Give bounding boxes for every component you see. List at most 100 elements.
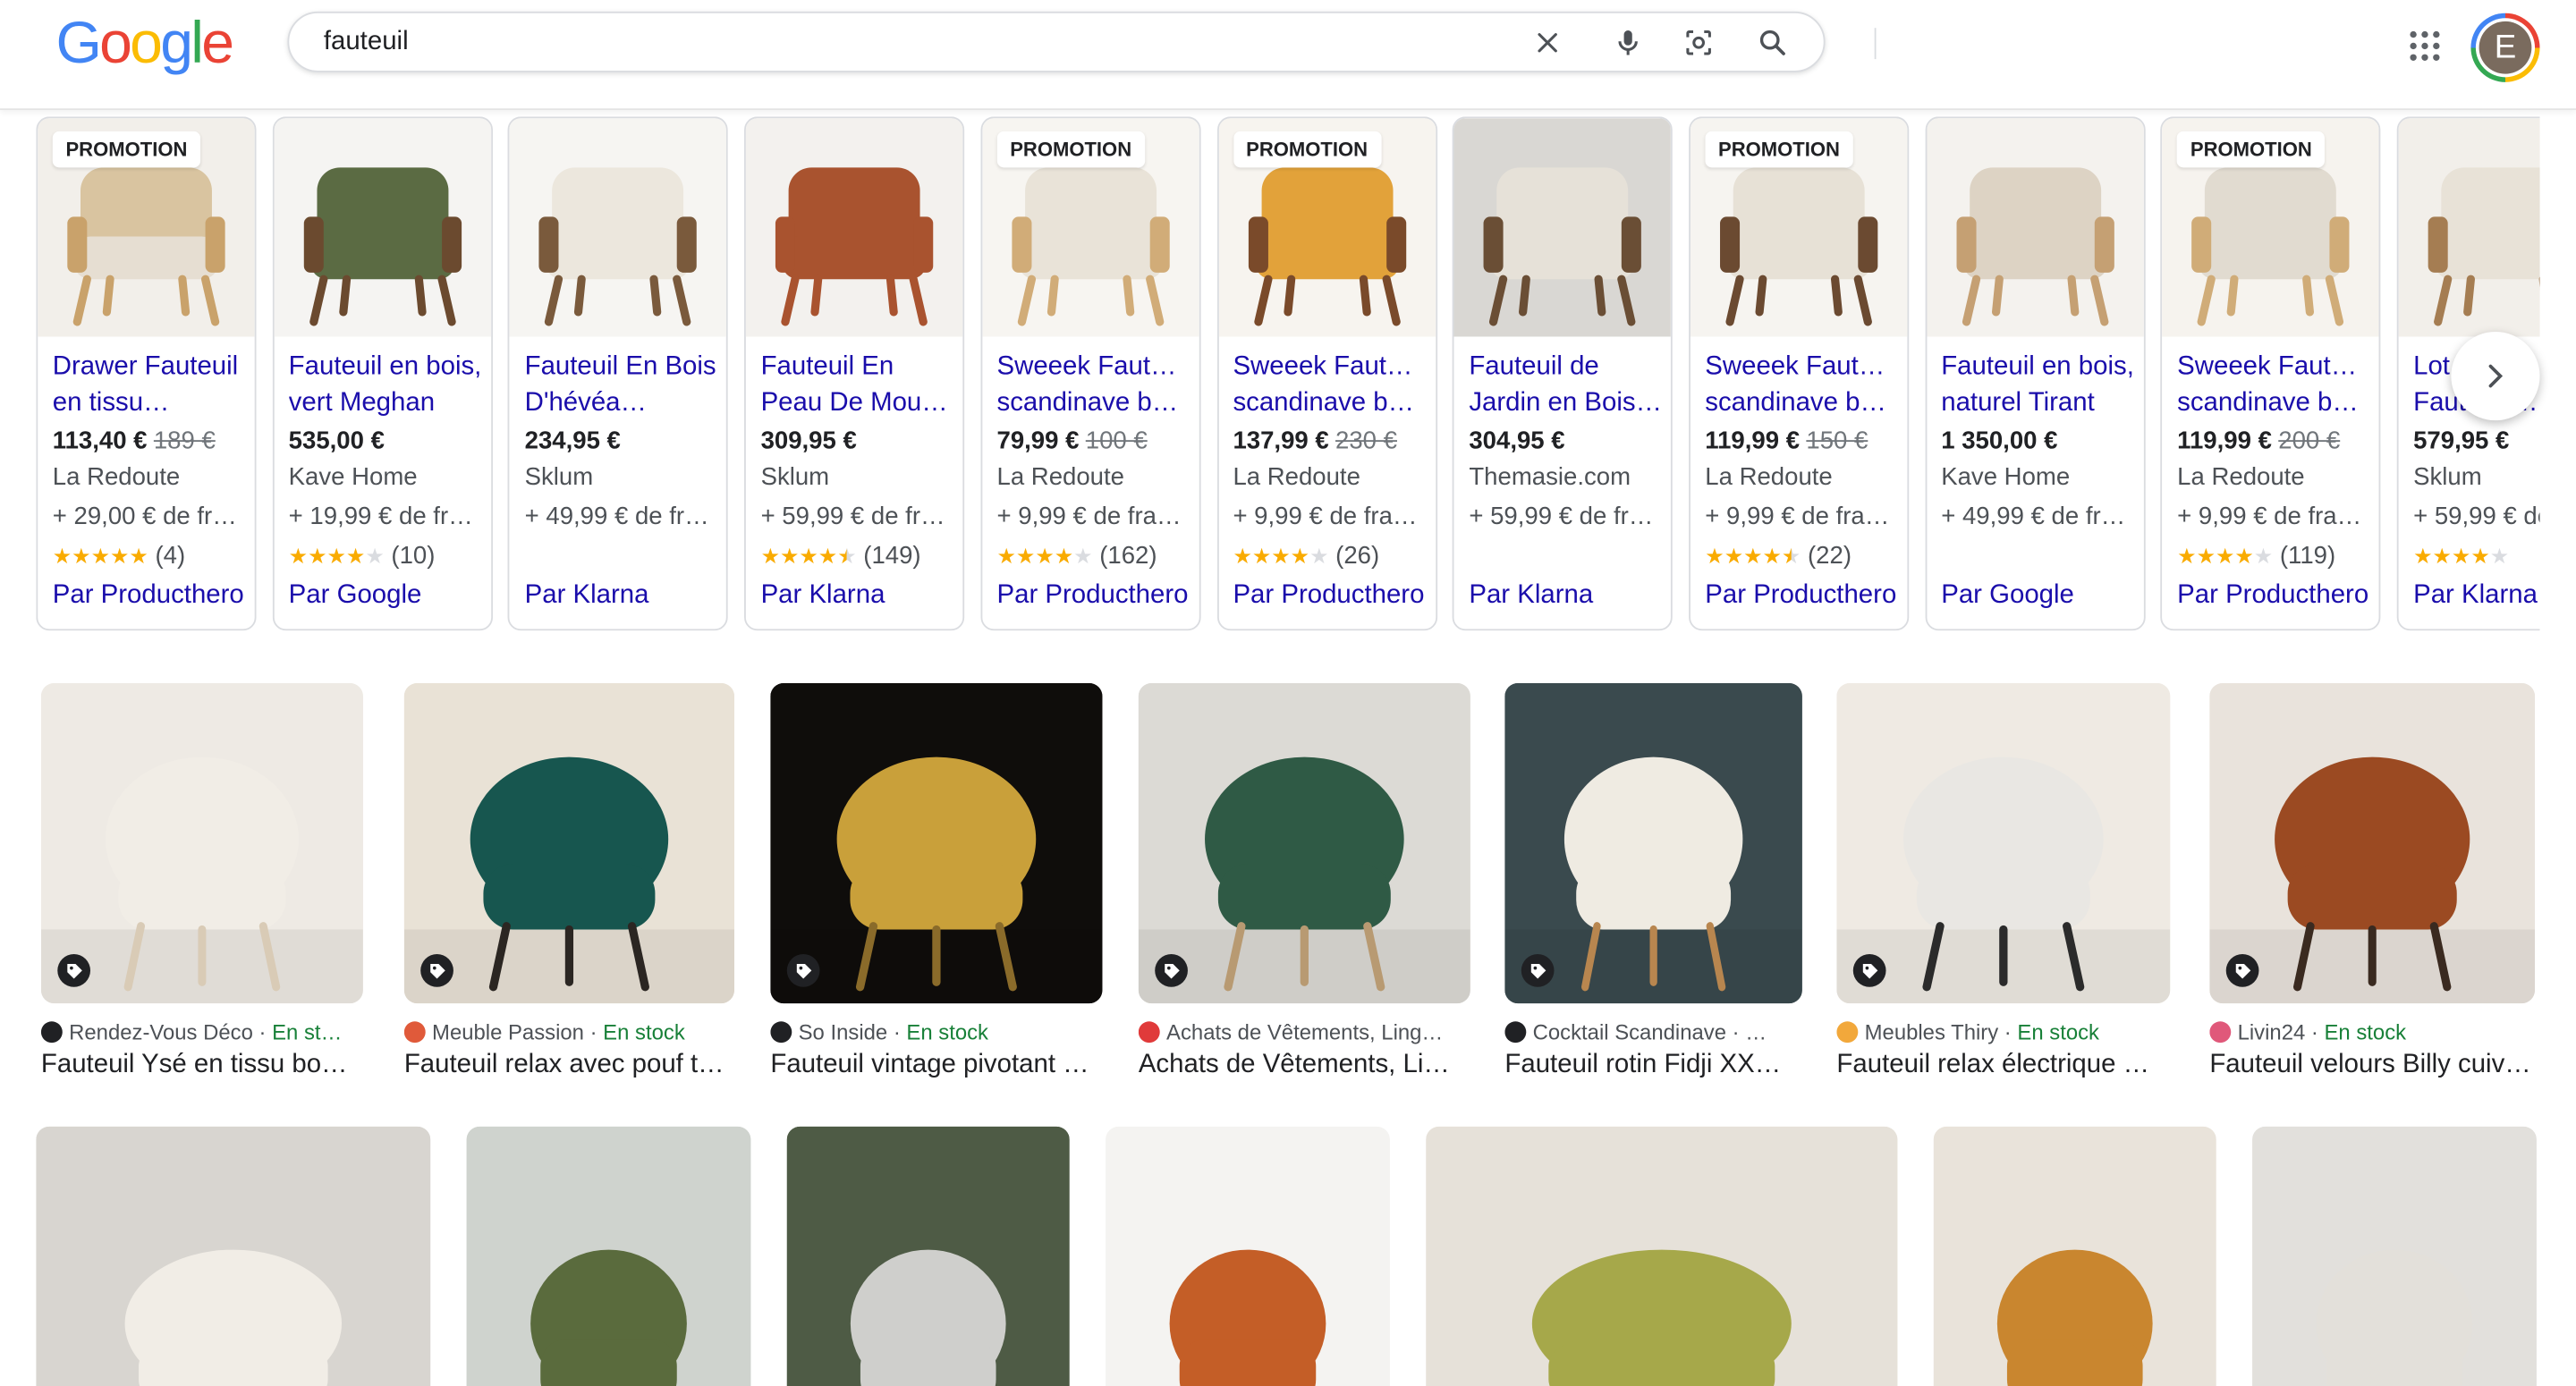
search-icon[interactable] [1756,26,1789,59]
product-title-line-2[interactable]: Jardin en Bois… [1469,386,1663,422]
microphone-icon[interactable] [1612,26,1645,59]
image-result-thumbnail[interactable] [40,682,363,1004]
product-image[interactable] [274,118,491,337]
product-card[interactable]: PROMOTION Drawer Fauteuil en tissu… 113,… [36,116,257,631]
image-result-title[interactable]: Fauteuil velours Billy cuiv… [2209,1050,2531,1083]
product-title-line-1[interactable]: Fauteuil En Bois [525,350,719,385]
product-title-line-2[interactable]: Peau De Mout… [761,386,955,422]
product-title-line-2[interactable]: en tissu… [53,386,247,422]
image-result-title[interactable]: Fauteuil vintage pivotant … [770,1050,1098,1083]
search-box[interactable] [287,11,1877,72]
image-result-title[interactable]: Fauteuil Ysé en tissu bou… [41,1050,360,1083]
image-source[interactable]: Meuble Passion · En stock [403,1019,734,1045]
image-result-title[interactable]: Fauteuil relax avec pouf t… [404,1050,732,1083]
product-title[interactable]: Sweeek Fauteuil scandinave bo… [1233,350,1427,422]
product-card[interactable]: PROMOTION Sweeek Fauteuil scandinave bo…… [2160,116,2381,631]
source-name: So Inside [798,1019,888,1045]
product-title-line-1[interactable]: Sweeek Fauteuil [997,350,1191,385]
image-result-thumbnail[interactable] [1106,1126,1390,1386]
image-result-thumbnail[interactable] [1933,1126,2216,1386]
product-provider-link[interactable]: Par Producthero [2177,579,2368,613]
product-image[interactable] [510,118,727,337]
image-result-thumbnail[interactable] [2209,682,2536,1004]
product-provider-link[interactable]: Par Klarna [1469,579,1593,613]
product-image[interactable] [1453,118,1672,337]
product-image[interactable] [2398,118,2540,337]
product-title[interactable]: Sweeek Fauteuil scandinave bo… [1705,350,1899,422]
lens-icon[interactable] [1682,26,1716,59]
review-count: (22) [1808,542,1852,570]
product-title-line-2[interactable]: scandinave bo… [1705,386,1899,422]
product-title-line-1[interactable]: Sweeek Fauteuil [2177,350,2371,385]
search-input[interactable] [323,24,1474,61]
product-provider-link[interactable]: Par Google [289,579,422,613]
image-source[interactable]: Achats de Vêtements, Ling… [1138,1019,1470,1045]
apps-grid-icon[interactable] [2409,30,2442,63]
image-source[interactable]: So Inside · En stock [770,1019,1102,1045]
product-title-line-1[interactable]: Sweeek Fauteuil [1705,350,1899,385]
image-result-title[interactable]: Fauteuil rotin Fidji XX… [1504,1050,1799,1083]
product-image[interactable] [746,118,963,337]
product-card[interactable]: Fauteuil En Peau De Mout… 309,95 € Sklum… [744,116,965,631]
image-result-thumbnail[interactable] [466,1126,751,1386]
product-card[interactable]: PROMOTION Sweeek Fauteuil scandinave bo…… [1216,116,1437,631]
product-title[interactable]: Sweeek Fauteuil scandinave bo… [2177,350,2371,422]
price-old: 230 € [1335,427,1397,455]
image-source[interactable]: Cocktail Scandinave · … [1504,1019,1801,1045]
carousel-next-button[interactable] [2451,331,2540,421]
product-title-line-1[interactable]: Fauteuil en bois, [289,350,483,385]
image-result-thumbnail[interactable] [1138,682,1470,1004]
image-result-thumbnail[interactable] [36,1126,431,1386]
product-title[interactable]: Sweeek Fauteuil scandinave bo… [997,350,1191,422]
account-avatar[interactable]: E [2470,13,2540,82]
image-result-thumbnail[interactable] [2252,1126,2537,1386]
product-card[interactable]: Fauteuil en bois, naturel Tirant 1 350,0… [1924,116,2145,631]
image-result-thumbnail[interactable] [770,682,1103,1004]
image-result-thumbnail[interactable] [1836,682,2171,1004]
product-title-line-1[interactable]: Fauteuil de [1469,350,1663,385]
product-provider-link[interactable]: Par Klarna [2413,579,2538,613]
product-provider-link[interactable]: Par Klarna [761,579,886,613]
image-source[interactable]: Rendez-Vous Déco · En st… [40,1019,363,1045]
product-card[interactable]: Fauteuil de Jardin en Bois… 304,95 € The… [1452,116,1674,631]
product-provider-link[interactable]: Par Producthero [997,579,1189,613]
clear-icon[interactable] [1531,26,1564,59]
image-result-title[interactable]: Achats de Vêtements, Li… [1139,1050,1467,1083]
image-result-title[interactable]: Fauteuil relax électrique … [1836,1050,2166,1083]
product-title[interactable]: Fauteuil en bois, vert Meghan [289,350,483,422]
google-logo[interactable]: Google [55,9,233,75]
image-source[interactable]: Meubles Thiry · En stock [1836,1019,2170,1045]
product-card[interactable]: Fauteuil En Bois D'hévéa… 234,95 € Sklum… [508,116,729,631]
product-title[interactable]: Fauteuil En Bois D'hévéa… [525,350,719,422]
product-card[interactable]: Fauteuil en bois, vert Meghan 535,00 € K… [272,116,493,631]
product-price: 234,95 € [525,426,725,459]
product-provider-link[interactable]: Par Producthero [1233,579,1424,613]
image-result-thumbnail[interactable] [1504,682,1802,1004]
product-card[interactable]: PROMOTION Sweeek Fauteuil scandinave bo…… [980,116,1201,631]
product-title-line-2[interactable]: scandinave bo… [997,386,1191,422]
image-result-thumbnail[interactable] [786,1126,1070,1386]
image-result-thumbnail[interactable] [403,682,735,1004]
product-title-line-2[interactable]: vert Meghan [289,386,483,422]
product-card[interactable]: PROMOTION Sweeek Fauteuil scandinave bo…… [1688,116,1910,631]
product-provider-link[interactable]: Par Klarna [525,579,649,613]
product-title[interactable]: Drawer Fauteuil en tissu… [53,350,247,422]
product-title-line-1[interactable]: Fauteuil en bois, [1941,350,2135,385]
product-shipping: + 59,99 € de fr… [760,502,945,531]
product-image[interactable] [1926,118,2144,337]
product-title-line-2[interactable]: scandinave bo… [1233,386,1427,422]
image-result-thumbnail[interactable] [1426,1126,1898,1386]
product-title-line-1[interactable]: Drawer Fauteuil [53,350,247,385]
product-title[interactable]: Fauteuil en bois, naturel Tirant [1941,350,2135,422]
product-title-line-2[interactable]: D'hévéa… [525,386,719,422]
product-title-line-2[interactable]: scandinave bo… [2177,386,2371,422]
product-provider-link[interactable]: Par Google [1941,579,2074,613]
product-provider-link[interactable]: Par Producthero [53,579,244,613]
product-title-line-1[interactable]: Sweeek Fauteuil [1233,350,1427,385]
product-title[interactable]: Fauteuil En Peau De Mout… [761,350,955,422]
product-provider-link[interactable]: Par Producthero [1705,579,1896,613]
product-title-line-1[interactable]: Fauteuil En [761,350,955,385]
image-source[interactable]: Livin24 · En stock [2209,1019,2535,1045]
product-title[interactable]: Fauteuil de Jardin en Bois… [1469,350,1663,422]
product-title-line-2[interactable]: naturel Tirant [1941,386,2135,422]
